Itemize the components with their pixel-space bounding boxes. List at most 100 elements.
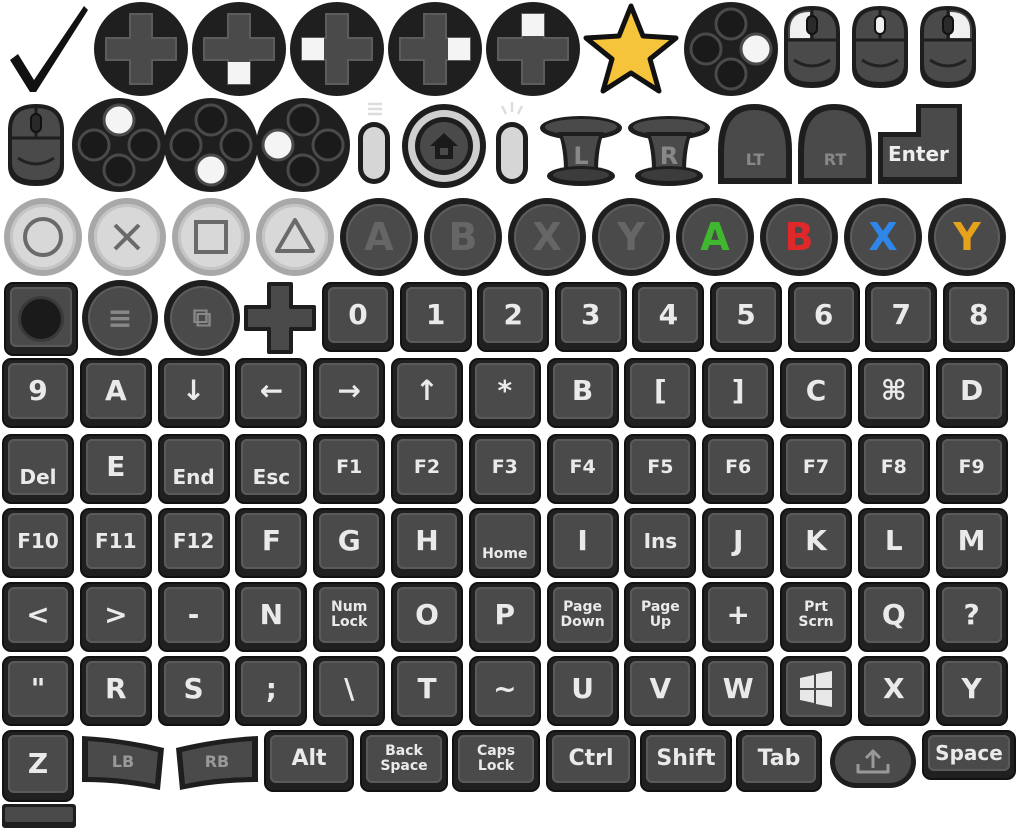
key-label: A (104, 374, 127, 407)
key-label: F11 (95, 529, 137, 553)
key-5: O (391, 582, 463, 652)
key-label: Tab (757, 746, 801, 771)
key-2: F12 (157, 508, 230, 578)
ps-triangle-button (256, 198, 334, 276)
key-6: P (468, 582, 541, 652)
key-label: 7 (891, 298, 911, 331)
key-label: * (497, 374, 513, 407)
bumper-label: RB (204, 752, 230, 771)
key-label: Q (881, 598, 906, 631)
key-label: Caps Lock (476, 743, 516, 774)
key-label: C (805, 374, 827, 407)
key-5: F2 (391, 434, 463, 504)
key-12: Y (935, 656, 1008, 726)
key-label: 0 (348, 298, 368, 331)
key-2: - (157, 582, 230, 652)
key-10: Prt Scrn (780, 582, 852, 652)
ps-circle-button (4, 198, 82, 276)
key-label: H (415, 524, 439, 557)
left-bumper-icon: LB (78, 732, 168, 792)
key-2: 2 (477, 282, 550, 352)
square-icon (172, 198, 250, 276)
key-6: F3 (468, 434, 541, 504)
select-button-icon (352, 100, 396, 190)
circle-icon (4, 198, 82, 276)
key-11: L (857, 508, 930, 578)
key-label: 6 (813, 298, 834, 331)
face-button-y: Y (592, 198, 670, 276)
key-6: 6 (787, 282, 860, 352)
key-label: F10 (17, 529, 59, 553)
key-2: ↓ (157, 358, 230, 428)
bumper-label: LB (111, 752, 135, 771)
dpad-left-icon (290, 2, 384, 96)
key-5: 5 (710, 282, 782, 352)
key-label: X (883, 672, 905, 705)
face-buttons-right-icon (684, 2, 778, 96)
key-7: F4 (546, 434, 619, 504)
key-0: 0 (322, 282, 394, 352)
key-1: > (79, 582, 152, 652)
key-4: Back Space (360, 730, 448, 792)
key-2: End (157, 434, 230, 504)
key-label: F8 (880, 455, 907, 478)
key-label: Ins (643, 529, 678, 553)
key-3: N (235, 582, 308, 652)
key-label: S (183, 672, 204, 705)
key-8: Page Up (624, 582, 697, 652)
menu-icon: ≡ (107, 300, 133, 336)
dpad-right-icon (388, 2, 482, 96)
start-button-icon (490, 100, 534, 190)
mouse-icon (8, 104, 64, 186)
key-8: F5 (624, 434, 697, 504)
key-label: Z (27, 747, 49, 780)
key-4: \ (313, 656, 386, 726)
key-5: ↑ (391, 358, 463, 428)
key-4: → (313, 358, 386, 428)
key-label: F (261, 524, 281, 557)
key-9: J (702, 508, 775, 578)
key-8: Ins (624, 508, 697, 578)
key-label: R (105, 672, 127, 705)
key-9: F6 (702, 434, 775, 504)
key-9: W (702, 656, 775, 726)
key-3: ← (235, 358, 308, 428)
key-11: Q (857, 582, 930, 652)
face-button-label: Y (617, 215, 645, 259)
star-icon (583, 3, 679, 94)
key-3: 3 (554, 282, 627, 352)
key-label: F3 (491, 455, 518, 478)
key-1: R (79, 656, 152, 726)
dpad-plain-icon (244, 282, 316, 354)
stick-label: L (573, 142, 589, 170)
key-11: F8 (857, 434, 930, 504)
key-label: Ctrl (568, 746, 614, 771)
key-10: K (780, 508, 852, 578)
face-buttons-left-icon (256, 98, 350, 192)
key-9: + (702, 582, 775, 652)
key-7: Page Down (546, 582, 619, 652)
key-label: U (571, 672, 594, 705)
key-10: C (780, 358, 852, 428)
key-3: ; (235, 656, 308, 726)
key-label: Alt (291, 746, 327, 771)
checkmark-icon (10, 6, 88, 92)
key-2: S (157, 656, 230, 726)
key-1: E (79, 434, 152, 504)
color-face-button-y: Y (928, 198, 1006, 276)
key-12: F9 (935, 434, 1008, 504)
key-10: F7 (780, 434, 852, 504)
key-label: F7 (802, 455, 830, 478)
key-label: Esc (252, 465, 291, 489)
key-label: F2 (413, 455, 441, 478)
key-label: D (959, 374, 984, 407)
record-dot-icon (21, 299, 61, 339)
key-label: ? (963, 598, 980, 631)
color-face-button-x: X (844, 198, 922, 276)
face-button-label: A (700, 215, 730, 259)
key-5: H (391, 508, 463, 578)
key-3: Esc (235, 434, 308, 504)
key-label: End (172, 465, 215, 489)
key-label: Shift (656, 746, 716, 771)
key-10 (780, 656, 852, 726)
